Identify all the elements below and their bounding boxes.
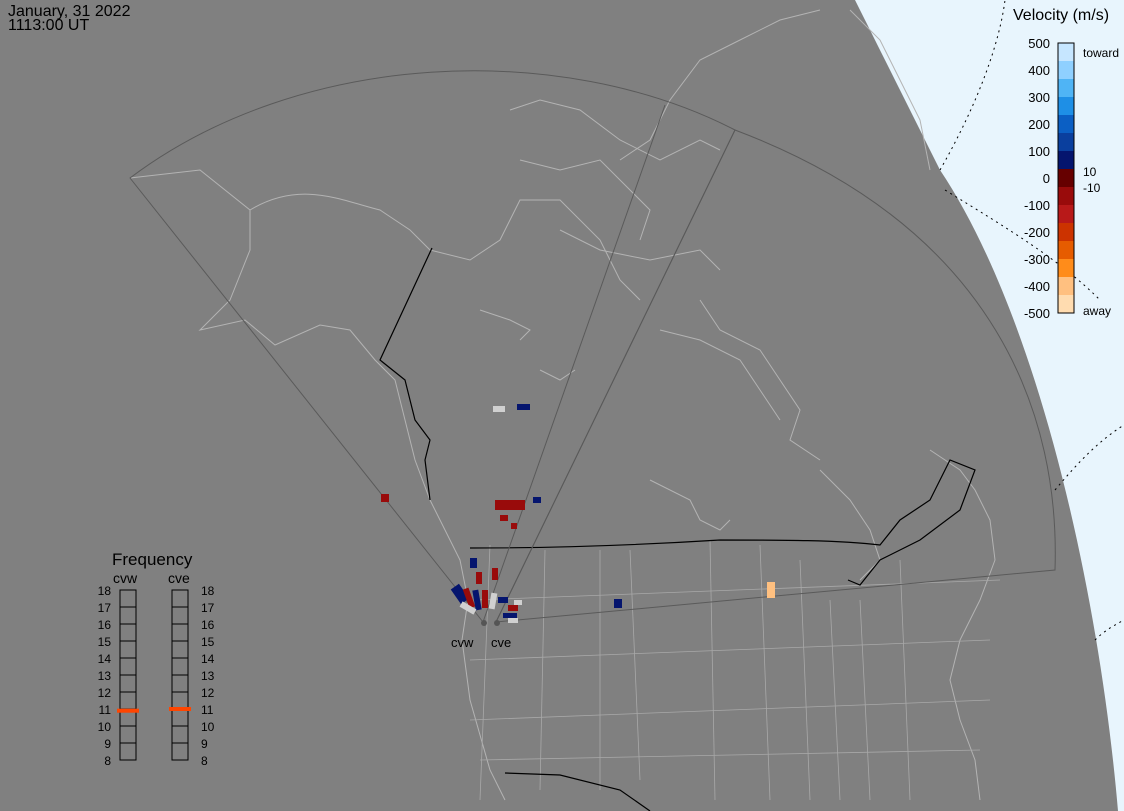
velocity-tick-label: -200 [1024,225,1050,240]
frequency-tick-label: 9 [104,737,111,751]
velocity-color-band [1058,169,1074,188]
velocity-scale-title: Velocity (m/s) [1013,7,1109,24]
echo-cell [514,600,522,605]
frequency-tick-label: 16 [98,618,112,632]
frequency-tick-label: 16 [201,618,215,632]
velocity-color-band [1058,223,1074,242]
frequency-tick-label: 17 [98,601,112,615]
velocity-tick-label: -100 [1024,198,1050,213]
echo-cell [495,500,525,510]
radar-map: cvw cve 500 400 300 200 100 0 -100 -200 -300 -400… [0,0,1124,811]
frequency-tick-label: 18 [98,584,112,598]
velocity-tick-label: 0 [1043,171,1050,186]
frequency-tick-label: 11 [201,703,214,717]
echo-cell [492,568,498,580]
frequency-tick-label: 9 [201,737,208,751]
velocity-color-band [1058,277,1074,296]
echo-cell [508,618,518,623]
frequency-tick-label: 8 [104,754,111,768]
frequency-tick-label: 15 [201,635,215,649]
frequency-tick-label: 8 [201,754,208,768]
velocity-color-band [1058,151,1074,170]
echo-cell [533,497,541,503]
echo-cell [508,605,518,611]
echo-cell [503,613,517,618]
velocity-tick-label: 300 [1028,90,1050,105]
velocity-color-band [1058,43,1074,62]
velocity-color-band [1058,79,1074,98]
velocity-tick-label: -400 [1024,279,1050,294]
velocity-tick-label: 100 [1028,144,1050,159]
frequency-tick-label: 12 [201,686,215,700]
frequency-tick-label: 18 [201,584,215,598]
echo-cell [614,599,622,608]
frequency-tick-label: 14 [201,652,215,666]
frequency-tick-label: 17 [201,601,215,615]
time-label: 1113:00 UT [8,17,90,34]
frequency-column-label: cve [168,570,190,586]
velocity-color-band [1058,115,1074,134]
echo-cell [470,558,477,568]
echo-cell [500,515,508,521]
echo-cell [476,572,482,584]
velocity-color-band [1058,205,1074,224]
velocity-color-band [1058,187,1074,206]
negative-threshold-label: -10 [1083,181,1101,195]
frequency-tick-label: 10 [201,720,215,734]
frequency-tick-label: 11 [99,703,112,717]
frequency-marker [169,707,191,711]
velocity-color-band [1058,259,1074,278]
velocity-color-band [1058,97,1074,116]
frequency-tick-label: 13 [201,669,215,683]
radar-site-cve [494,620,500,626]
echo-cell [381,494,389,502]
velocity-color-band [1058,241,1074,260]
frequency-tick-label: 12 [98,686,112,700]
velocity-tick-label: 400 [1028,63,1050,78]
frequency-tick-label: 10 [98,720,112,734]
echo-cell [511,523,517,529]
frequency-tick-label: 13 [98,669,112,683]
frequency-marker [117,708,139,713]
velocity-color-band [1058,295,1074,314]
frequency-tick-label: 14 [98,652,112,666]
positive-threshold-label: 10 [1083,165,1097,179]
radar-label-cvw: cvw [451,635,474,650]
velocity-tick-label: 500 [1028,36,1050,51]
echo-cell [498,597,508,603]
radar-site-cvw [481,620,487,626]
frequency-title: Frequency [112,550,193,569]
toward-label: toward [1083,46,1119,60]
velocity-tick-label: -300 [1024,252,1050,267]
velocity-color-band [1058,61,1074,80]
velocity-tick-label: -500 [1024,306,1050,321]
velocity-color-band [1058,133,1074,152]
echo-cell [493,406,505,412]
echo-cell [767,582,775,598]
frequency-tick-label: 15 [98,635,112,649]
away-label: away [1083,304,1111,318]
echo-cell [517,404,530,410]
echo-cell [482,590,488,608]
radar-label-cve: cve [491,635,511,650]
frequency-column-label: cvw [113,570,138,586]
velocity-tick-label: 200 [1028,117,1050,132]
